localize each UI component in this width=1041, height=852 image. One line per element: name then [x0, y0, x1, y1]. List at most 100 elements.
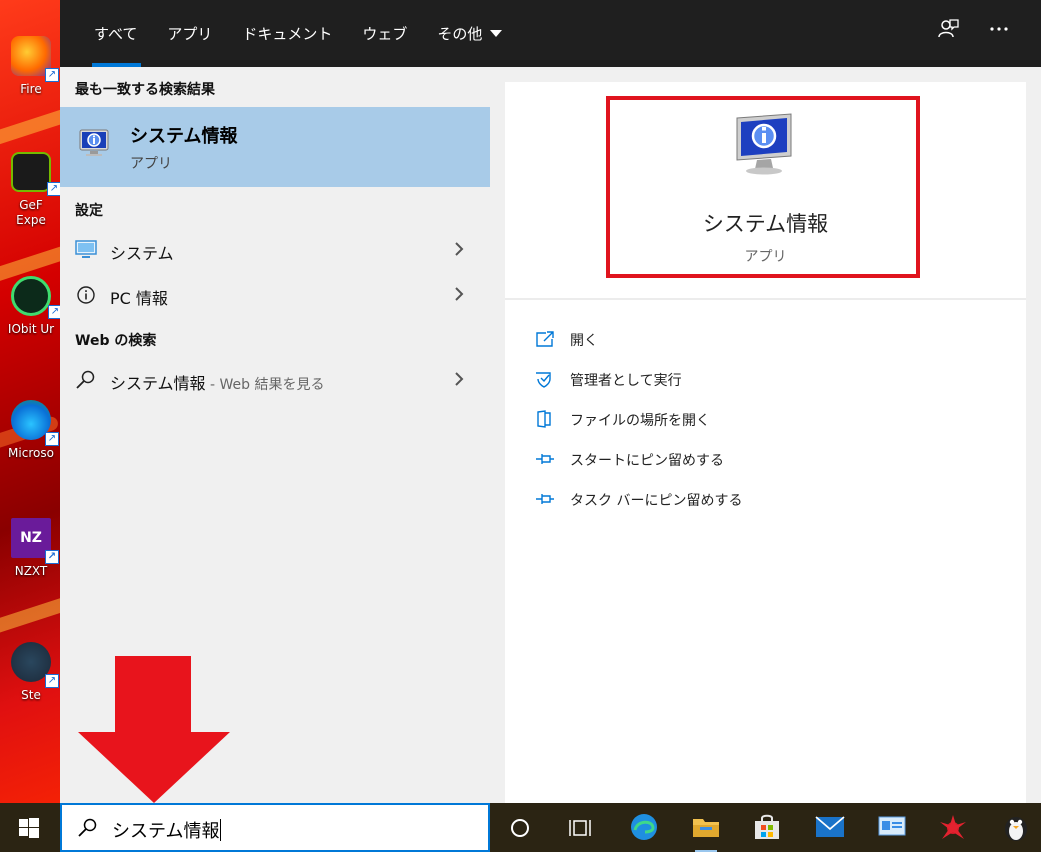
- geforce-icon: ↗: [11, 152, 61, 196]
- action-label: 開く: [570, 333, 598, 349]
- file-location-icon: [537, 410, 551, 428]
- action-label: スタートにピン留めする: [570, 453, 724, 469]
- tab-all[interactable]: すべて: [80, 0, 153, 67]
- ellipsis-icon: [990, 27, 1008, 31]
- tab-label: ウェブ: [362, 25, 408, 43]
- taskbar-file-explorer[interactable]: [681, 803, 731, 852]
- taskbar: システム情報: [0, 803, 1041, 852]
- windows-logo-icon: [19, 818, 39, 838]
- taskbar-app-penguin[interactable]: [991, 803, 1041, 852]
- shortcut-arrow-icon: ↗: [45, 432, 59, 446]
- red-arrow-annotation: [78, 656, 230, 803]
- edge-icon: [631, 814, 657, 840]
- desktop-icon-steam[interactable]: ↗ Ste: [0, 642, 62, 702]
- shortcut-arrow-icon: ↗: [45, 68, 59, 82]
- search-query-text: システム情報: [112, 821, 220, 842]
- desktop-icon-label: Fire: [20, 82, 42, 96]
- tab-label: アプリ: [167, 25, 213, 43]
- task-view-icon: [569, 820, 591, 836]
- folder-icon: [693, 819, 719, 837]
- info-icon: [77, 286, 95, 304]
- system-info-large-icon: [736, 113, 792, 175]
- firefox-icon: ↗: [11, 36, 59, 82]
- desktop-icon-firefox[interactable]: ↗ Fire: [0, 36, 62, 96]
- desktop-icon-edge[interactable]: ↗ Microso: [0, 400, 62, 460]
- tab-label: その他: [437, 25, 483, 43]
- result-label: システム情報 - Web 結果を見る: [110, 370, 324, 394]
- web-search-result[interactable]: システム情報 - Web 結果を見る: [60, 358, 490, 402]
- web-search-header: Web の検索: [75, 333, 157, 349]
- text-cursor: [220, 819, 222, 841]
- action-label: ファイルの場所を開く: [570, 413, 710, 429]
- desktop-icon-label: Microso: [8, 446, 54, 460]
- edge-icon: ↗: [11, 400, 59, 446]
- tab-label: すべて: [94, 25, 138, 43]
- settings-result-system[interactable]: システム: [60, 228, 490, 272]
- desktop-icon-nzxt[interactable]: NZ ↗ NZXT: [0, 518, 62, 578]
- start-button[interactable]: [0, 803, 60, 852]
- best-match-header: 最も一致する検索結果: [75, 82, 215, 98]
- preview-title: システム情報: [702, 212, 829, 236]
- cortana-button[interactable]: [495, 803, 545, 852]
- chevron-right-icon: [455, 242, 464, 256]
- settings-result-pc-info[interactable]: PC 情報: [60, 273, 490, 317]
- tab-documents[interactable]: ドキュメント: [228, 0, 348, 67]
- desktop-icon-geforce[interactable]: ↗ GeF Expe: [0, 152, 62, 228]
- tab-more[interactable]: その他: [423, 0, 518, 67]
- action-pin-to-start[interactable]: スタートにピン留めする: [535, 446, 835, 476]
- chevron-right-icon: [455, 372, 464, 386]
- best-match-result[interactable]: システム情報 アプリ: [60, 107, 490, 187]
- taskbar-store[interactable]: [742, 803, 792, 852]
- action-run-as-admin[interactable]: 管理者として実行: [535, 366, 835, 396]
- preview-pane: システム情報 アプリ 開く 管理者として実行 ファイルの場所を開く スタートにピ…: [505, 82, 1026, 803]
- store-bag-icon: [755, 814, 779, 839]
- penguin-icon: [1005, 817, 1027, 841]
- feedback-button[interactable]: [932, 18, 964, 50]
- search-icon: [76, 370, 95, 389]
- action-open-file-location[interactable]: ファイルの場所を開く: [535, 406, 835, 436]
- iobit-icon: ↗: [11, 276, 62, 319]
- more-options-button[interactable]: [983, 18, 1015, 50]
- result-label: PC 情報: [110, 289, 168, 308]
- taskbar-edge[interactable]: [619, 803, 669, 852]
- taskbar-mail[interactable]: [805, 803, 855, 852]
- shortcut-arrow-icon: ↗: [45, 550, 59, 564]
- action-label: タスク バーにピン留めする: [570, 493, 743, 509]
- shortcut-arrow-icon: ↗: [45, 674, 59, 688]
- task-view-button[interactable]: [555, 803, 605, 852]
- best-match-subtitle: アプリ: [130, 156, 172, 172]
- control-panel-icon: [878, 816, 906, 836]
- open-icon: [536, 331, 554, 347]
- taskbar-system-info[interactable]: [867, 803, 917, 852]
- desktop-icon-label: NZXT: [14, 564, 48, 578]
- app-preview: システム情報 アプリ: [505, 82, 1026, 300]
- system-info-icon: [79, 129, 109, 156]
- tab-apps[interactable]: アプリ: [153, 0, 228, 67]
- taskbar-search-box[interactable]: システム情報: [60, 803, 490, 852]
- search-input[interactable]: システム情報: [112, 817, 222, 843]
- taskbar-app-red[interactable]: [928, 803, 978, 852]
- desktop-icon-iobit[interactable]: ↗ IObit Ur: [0, 276, 62, 336]
- web-result-query: システム情報: [110, 374, 206, 393]
- red-app-icon: [940, 815, 966, 839]
- preview-subtitle: アプリ: [744, 249, 787, 265]
- desktop-icon-label: Ste: [21, 688, 41, 702]
- caret-down-icon: [490, 30, 503, 37]
- result-label: システム: [110, 244, 174, 263]
- action-label: 管理者として実行: [570, 373, 682, 389]
- best-match-title: システム情報: [130, 126, 238, 147]
- web-result-suffix: - Web 結果を見る: [205, 377, 325, 393]
- action-open[interactable]: 開く: [535, 326, 835, 356]
- settings-header: 設定: [75, 203, 103, 219]
- tab-web[interactable]: ウェブ: [348, 0, 423, 67]
- mail-icon: [815, 816, 845, 837]
- feedback-icon: [938, 19, 959, 38]
- pin-icon: [536, 454, 554, 464]
- steam-icon: ↗: [11, 642, 59, 688]
- chevron-right-icon: [455, 287, 464, 301]
- nzxt-icon: NZ ↗: [11, 518, 59, 564]
- shield-icon: [536, 372, 551, 388]
- filter-bar: すべて アプリ ドキュメント ウェブ その他: [60, 0, 1041, 67]
- cortana-icon: [511, 819, 529, 837]
- action-pin-to-taskbar[interactable]: タスク バーにピン留めする: [535, 486, 835, 516]
